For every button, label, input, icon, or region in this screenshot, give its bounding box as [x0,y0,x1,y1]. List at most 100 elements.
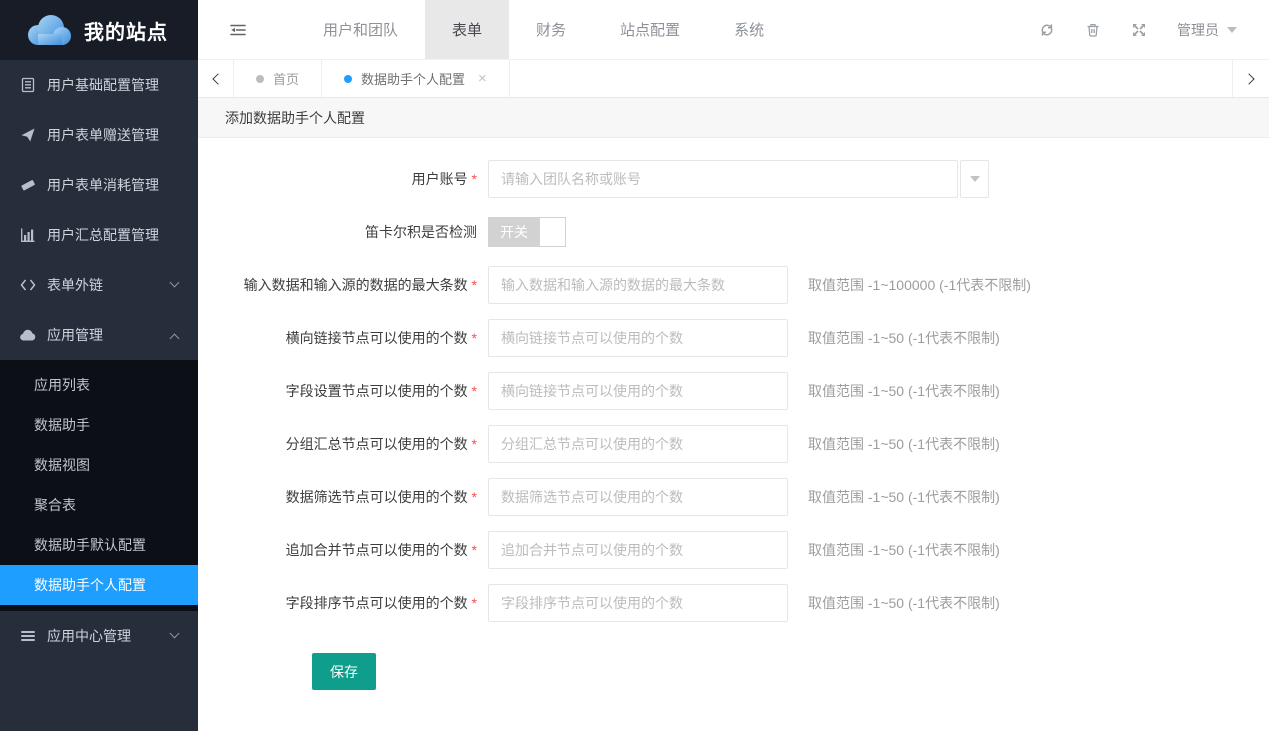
sidebar-item-label: 用户表单赠送管理 [47,125,159,145]
topnav-site-config[interactable]: 站点配置 [593,0,707,59]
sidebar-item-form-external-link[interactable]: 表单外链 [0,260,198,310]
sidebar-item-form-gift[interactable]: 用户表单赠送管理 [0,110,198,160]
list-icon [19,628,36,645]
submenu-item-data-view[interactable]: 数据视图 [0,445,198,485]
user-account-select[interactable] [488,160,958,198]
switch-knob [539,217,566,247]
field-hint: 取值范围 -1~50 (-1代表不限制) [808,487,1000,507]
topnav-forms[interactable]: 表单 [425,0,509,59]
submenu-item-assistant-personal-config[interactable]: 数据助手个人配置 [0,565,198,605]
sidebar-item-app-center-management[interactable]: 应用中心管理 [0,611,198,661]
append-merge-count-input[interactable] [488,531,788,569]
horizontal-link-count-input[interactable] [488,319,788,357]
submenu-item-app-list[interactable]: 应用列表 [0,365,198,405]
field-hint: 取值范围 -1~50 (-1代表不限制) [808,540,1000,560]
chevron-up-icon [170,334,180,344]
form-panel: 用户账号 笛卡尔积是否检测 开关 输入数据和输入源的数据的最大条数 取值范围 -… [198,139,1269,731]
user-name: 管理员 [1177,20,1219,40]
angle-brackets-icon [19,277,36,294]
sidebar-item-summary-config[interactable]: 用户汇总配置管理 [0,210,198,260]
select-caret-button[interactable] [960,160,989,198]
field-sort-count-input[interactable] [488,584,788,622]
chevron-right-icon [1243,73,1254,84]
topnav-finance[interactable]: 财务 [509,0,593,59]
collapse-sidebar-button[interactable] [198,0,278,59]
field-label: 数据筛选节点可以使用的个数 [198,487,477,507]
sidebar-item-form-consume[interactable]: 用户表单消耗管理 [0,160,198,210]
send-icon [19,127,36,144]
field-label: 字段排序节点可以使用的个数 [198,593,477,613]
cartesian-product-switch[interactable]: 开关 [488,217,566,247]
form-row-horizontal-link-count: 横向链接节点可以使用的个数 取值范围 -1~50 (-1代表不限制) [198,319,1269,357]
form-row-append-merge-count: 追加合并节点可以使用的个数 取值范围 -1~50 (-1代表不限制) [198,531,1269,569]
site-title: 我的站点 [84,16,168,45]
tab-scroll-right-button[interactable] [1232,60,1269,97]
field-label: 分组汇总节点可以使用的个数 [198,434,477,454]
caret-down-icon [1227,27,1237,33]
sidebar-item-label: 应用中心管理 [47,626,131,646]
brand-logo: 我的站点 [0,0,198,60]
group-summary-count-input[interactable] [488,425,788,463]
field-label: 追加合并节点可以使用的个数 [198,540,477,560]
form-row-max-records: 输入数据和输入源的数据的最大条数 取值范围 -1~100000 (-1代表不限制… [198,266,1269,304]
collapse-sidebar-icon [229,22,247,38]
field-label: 笛卡尔积是否检测 [198,222,477,242]
tab-close-icon[interactable]: × [478,70,487,87]
field-hint: 取值范围 -1~100000 (-1代表不限制) [808,275,1031,295]
sidebar-item-user-base-config[interactable]: 用户基础配置管理 [0,60,198,110]
sidebar-item-app-management[interactable]: 应用管理 [0,310,198,360]
max-records-input[interactable] [488,266,788,304]
tab-scroll-left-button[interactable] [198,60,234,97]
submenu-item-assistant-default-config[interactable]: 数据助手默认配置 [0,525,198,565]
data-filter-count-input[interactable] [488,478,788,516]
chevron-down-icon [170,278,180,288]
tab-label: 数据助手个人配置 [361,69,465,88]
chevron-left-icon [212,73,223,84]
top-navigation: 用户和团队 表单 财务 站点配置 系统 [296,0,791,59]
form-row-data-filter-count: 数据筛选节点可以使用的个数 取值范围 -1~50 (-1代表不限制) [198,478,1269,516]
tab-home[interactable]: 首页 [234,60,322,97]
submenu-item-data-assistant[interactable]: 数据助手 [0,405,198,445]
form-row-cartesian-check: 笛卡尔积是否检测 开关 [198,213,1269,251]
tab-strip: 首页 数据助手个人配置 × [198,60,1269,98]
tab-dot [344,75,352,83]
trash-icon[interactable] [1085,22,1101,38]
user-menu[interactable]: 管理员 [1177,20,1237,40]
field-hint: 取值范围 -1~50 (-1代表不限制) [808,381,1000,401]
submenu-item-aggregate-table[interactable]: 聚合表 [0,485,198,525]
field-label: 横向链接节点可以使用的个数 [198,328,477,348]
field-hint: 取值范围 -1~50 (-1代表不限制) [808,593,1000,613]
field-setting-count-input[interactable] [488,372,788,410]
field-label: 用户账号 [198,169,477,189]
sidebar-item-label: 表单外链 [47,275,103,295]
field-hint: 取值范围 -1~50 (-1代表不限制) [808,434,1000,454]
header-actions: 管理员 [1039,0,1269,59]
eraser-icon [19,177,36,194]
chevron-down-icon [170,629,180,639]
form-row-user-account: 用户账号 [198,160,1269,198]
cloud-logo-icon [26,14,72,46]
tab-assistant-personal-config[interactable]: 数据助手个人配置 × [322,60,510,97]
field-label: 字段设置节点可以使用的个数 [198,381,477,401]
topnav-system[interactable]: 系统 [707,0,791,59]
save-button[interactable]: 保存 [312,653,376,690]
page-title: 添加数据助手个人配置 [198,98,1269,138]
fullscreen-icon[interactable] [1131,22,1147,38]
form-row-field-sort-count: 字段排序节点可以使用的个数 取值范围 -1~50 (-1代表不限制) [198,584,1269,622]
bar-chart-icon [19,227,36,244]
form-row-group-summary-count: 分组汇总节点可以使用的个数 取值范围 -1~50 (-1代表不限制) [198,425,1269,463]
field-label: 输入数据和输入源的数据的最大条数 [198,275,477,295]
form-row-field-setting-count: 字段设置节点可以使用的个数 取值范围 -1~50 (-1代表不限制) [198,372,1269,410]
cloud-icon [19,327,36,344]
switch-label: 开关 [500,222,528,242]
top-header: 用户和团队 表单 财务 站点配置 系统 管理员 [198,0,1269,60]
sidebar-item-label: 应用管理 [47,325,103,345]
refresh-icon[interactable] [1039,22,1055,38]
sidebar-item-label: 用户基础配置管理 [47,75,159,95]
sidebar-item-label: 用户汇总配置管理 [47,225,159,245]
topnav-users-teams[interactable]: 用户和团队 [296,0,425,59]
field-hint: 取值范围 -1~50 (-1代表不限制) [808,328,1000,348]
app-management-submenu: 应用列表 数据助手 数据视图 聚合表 数据助手默认配置 数据助手个人配置 [0,360,198,611]
sidebar-item-label: 用户表单消耗管理 [47,175,159,195]
sidebar: 我的站点 用户基础配置管理 用户表单赠送管理 用户表单消耗管理 [0,0,198,731]
